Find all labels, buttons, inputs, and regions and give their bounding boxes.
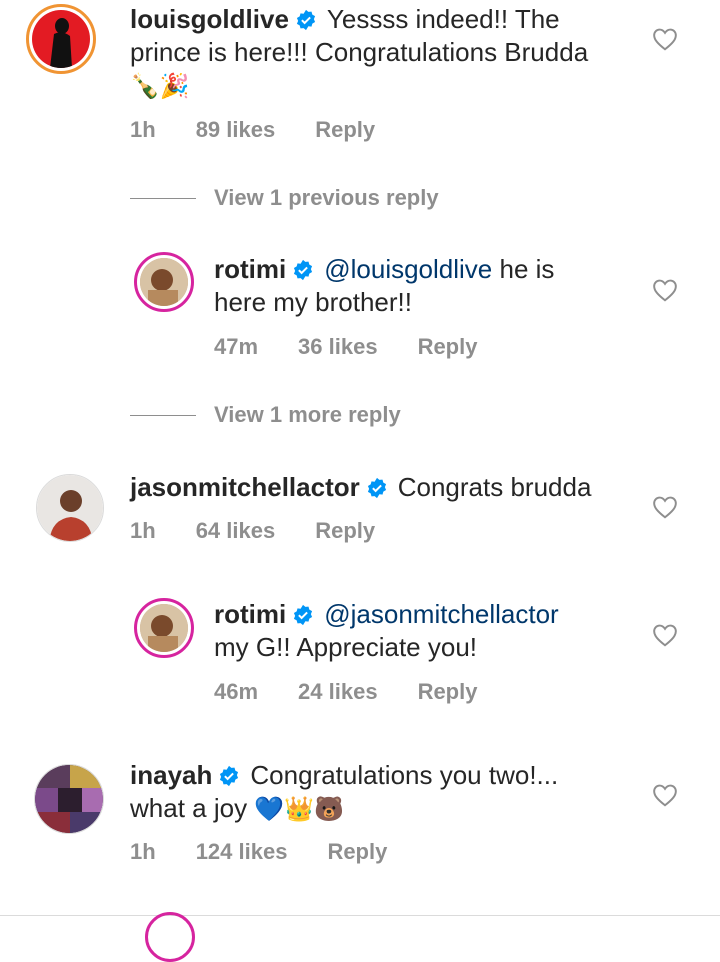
reply-button[interactable]: Reply [327, 839, 387, 865]
likes-count[interactable]: 64 likes [196, 518, 276, 544]
reply-button[interactable]: Reply [418, 679, 478, 705]
mention-link[interactable]: @louisgoldlive [324, 254, 492, 284]
avatar[interactable] [26, 4, 96, 74]
comment-text: inayah Congratulations you two!... what a… [130, 759, 650, 826]
view-replies-label[interactable]: View 1 more reply [214, 402, 401, 428]
verified-badge-icon [367, 477, 386, 499]
avatar-image [35, 765, 103, 833]
heart-outline-icon[interactable] [652, 623, 678, 647]
avatar-image [32, 10, 90, 68]
comment-body-line2: here my brother!! [214, 287, 412, 317]
comment-meta: 47m 36 likes Reply [214, 334, 477, 360]
mention-link[interactable]: @jasonmitchellactor [324, 599, 558, 629]
avatar-silhouette-icon [50, 18, 72, 68]
likes-count[interactable]: 24 likes [298, 679, 378, 705]
comment-body: Congrats brudda [397, 472, 592, 502]
avatar-person-icon [49, 490, 93, 541]
emoji-text: 💙👑🐻 [254, 796, 344, 823]
comment-text: rotimi @louisgoldlive he is here my broth… [214, 253, 644, 319]
avatar-image [140, 604, 188, 652]
username[interactable]: rotimi [214, 254, 286, 284]
timestamp: 1h [130, 839, 156, 864]
comment-meta: 1h 89 likes Reply [130, 117, 375, 143]
likes-count[interactable]: 89 likes [196, 117, 276, 143]
view-replies-label[interactable]: View 1 previous reply [214, 185, 439, 211]
avatar[interactable] [34, 764, 104, 834]
comment-text: rotimi @jasonmitchellactor my G!! Appreci… [214, 598, 644, 664]
timestamp: 47m [214, 334, 259, 359]
username[interactable]: rotimi [214, 599, 286, 629]
reply-button[interactable]: Reply [315, 518, 375, 544]
view-replies-toggle[interactable]: View 1 previous reply [130, 185, 439, 211]
divider-line [130, 197, 196, 199]
comment-body: he is [492, 254, 555, 284]
comment-text: jasonmitchellactor Congrats brudda [130, 471, 650, 504]
comment-text: louisgoldlive Yessss indeed!! The prince … [130, 3, 650, 103]
username[interactable]: inayah [130, 760, 212, 790]
heart-outline-icon[interactable] [652, 27, 678, 51]
username[interactable]: louisgoldlive [130, 4, 289, 34]
avatar-child-icon [140, 604, 188, 652]
avatar-image [140, 258, 188, 306]
avatar-child-icon [140, 258, 188, 306]
username[interactable]: jasonmitchellactor [130, 472, 360, 502]
comment-body: my G!! Appreciate you! [214, 632, 478, 662]
avatar-image [37, 475, 103, 541]
heart-outline-icon[interactable] [652, 495, 678, 519]
verified-badge-icon [294, 604, 313, 626]
timestamp: 1h [130, 117, 156, 142]
comment-meta: 1h 64 likes Reply [130, 518, 375, 544]
divider-line [130, 414, 196, 416]
avatar-partial [145, 912, 195, 962]
comment-body-line2: what a joy [130, 793, 248, 823]
comment-body: Congratulations you two!... [250, 760, 559, 790]
verified-badge-icon [296, 9, 315, 31]
heart-outline-icon[interactable] [652, 783, 678, 807]
reply-button[interactable]: Reply [418, 334, 478, 360]
avatar[interactable] [36, 474, 104, 542]
avatar[interactable] [134, 252, 194, 312]
avatar[interactable] [134, 598, 194, 658]
timestamp: 1h [130, 518, 156, 543]
likes-count[interactable]: 124 likes [196, 839, 288, 865]
comment-meta: 1h 124 likes Reply [130, 839, 387, 865]
divider [0, 915, 720, 916]
verified-badge-icon [220, 765, 239, 787]
reply-button[interactable]: Reply [315, 117, 375, 143]
verified-badge-icon [294, 259, 313, 281]
comment-meta: 46m 24 likes Reply [214, 679, 477, 705]
emoji-text: 🍾🎉 [130, 73, 190, 100]
likes-count[interactable]: 36 likes [298, 334, 378, 360]
comment-body: Yessss indeed!! The [326, 4, 560, 34]
comment-body-line2: prince is here!!! Congratulations Brudda [130, 37, 589, 67]
heart-outline-icon[interactable] [652, 278, 678, 302]
timestamp: 46m [214, 679, 259, 704]
avatar-collage-icon [35, 765, 103, 833]
view-replies-toggle[interactable]: View 1 more reply [130, 402, 401, 428]
